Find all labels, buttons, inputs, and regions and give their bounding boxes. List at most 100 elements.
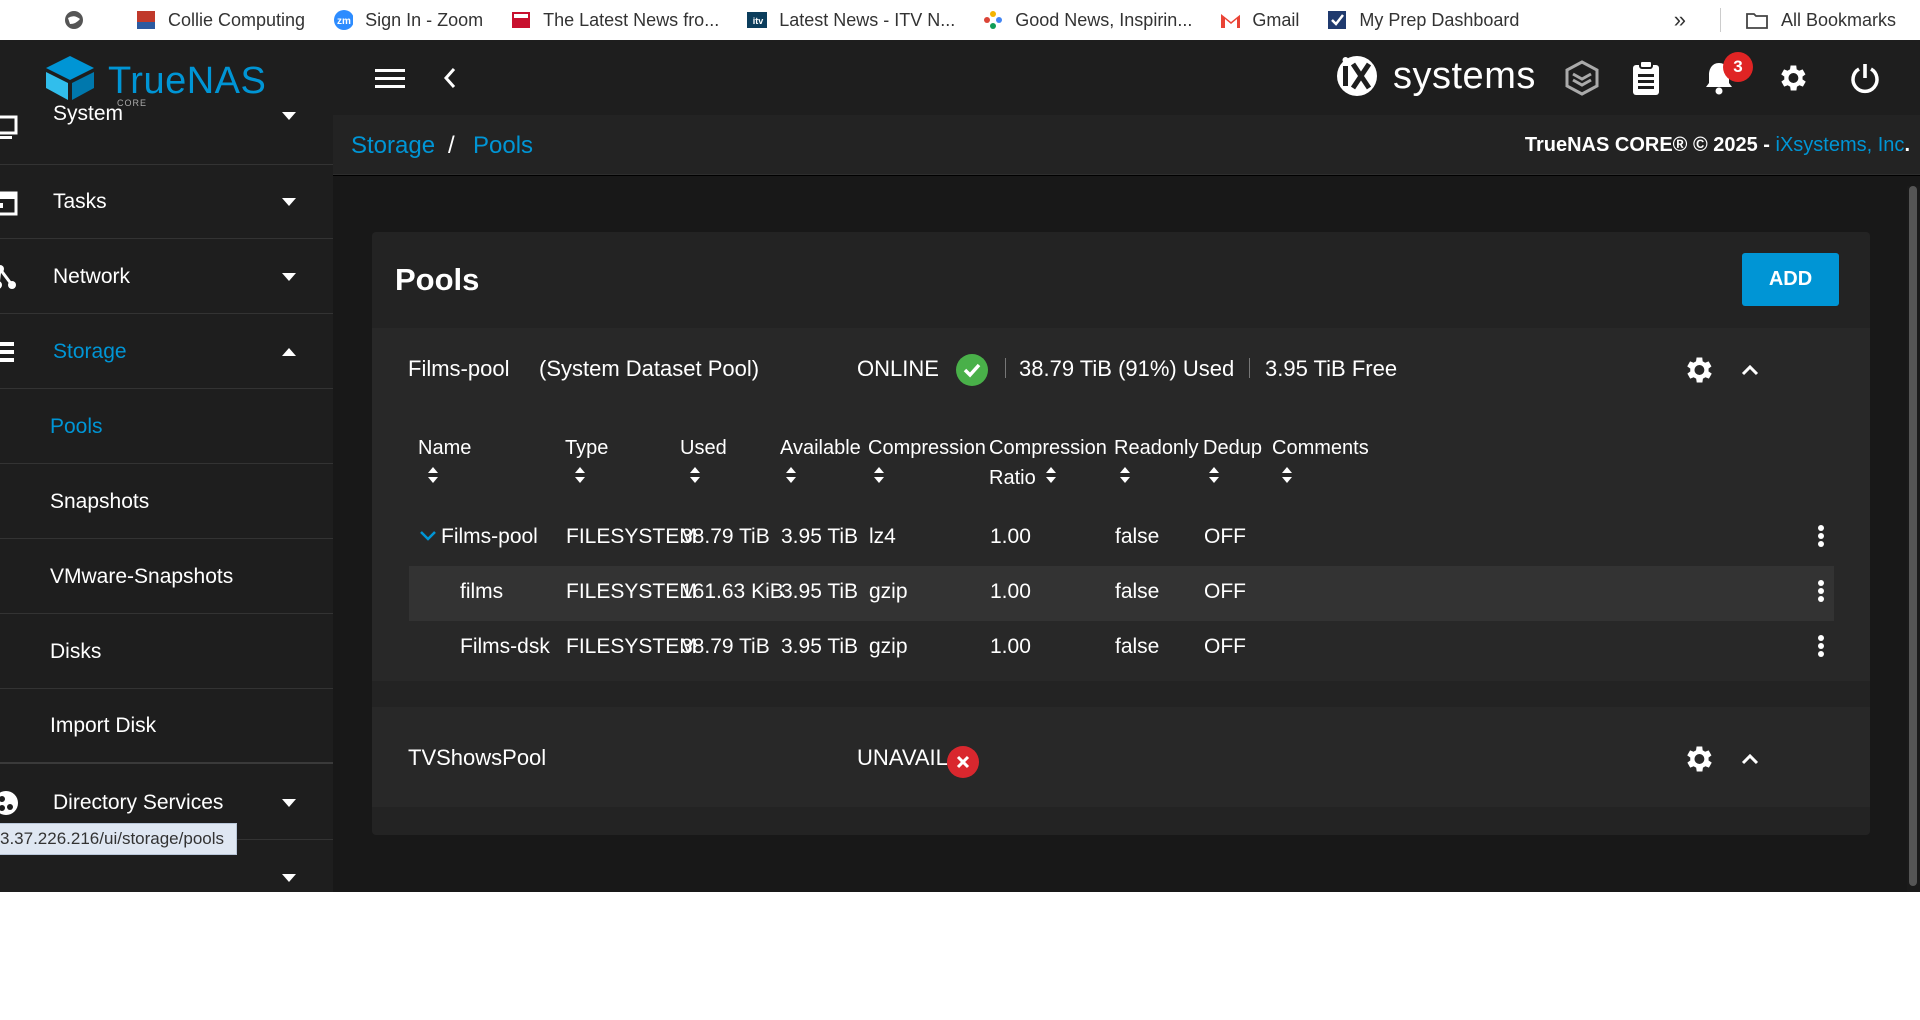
- all-bookmarks-button[interactable]: All Bookmarks: [1781, 10, 1896, 31]
- power-button[interactable]: [1845, 58, 1885, 98]
- cell-available: 3.95 TiB: [781, 635, 859, 658]
- sidebar-subitem-snapshots[interactable]: Snapshots: [0, 465, 333, 539]
- sidebar-subitem-disks[interactable]: Disks: [0, 615, 333, 689]
- table-row[interactable]: films FILESYSTEM 161.63 KiB 3.95 TiB gzi…: [409, 566, 1834, 621]
- cell-compression: gzip: [869, 635, 908, 658]
- column-header-type[interactable]: Type: [565, 433, 608, 494]
- gmail-favicon-icon: [1220, 10, 1241, 30]
- sidebar-subitem-vmware-snapshots[interactable]: VMware-Snapshots: [0, 540, 333, 614]
- task-manager-button[interactable]: [1626, 58, 1666, 98]
- sidebar-subitem-pools[interactable]: Pools: [0, 390, 333, 464]
- scrollbar-thumb[interactable]: [1909, 186, 1917, 886]
- table-row[interactable]: Films-pool FILESYSTEM 38.79 TiB 3.95 TiB…: [409, 511, 1834, 566]
- divider: [1719, 8, 1721, 32]
- sort-icon: [872, 464, 886, 494]
- chevron-up-icon[interactable]: [1732, 741, 1768, 777]
- bookmark-label: Collie Computing: [168, 9, 306, 30]
- column-label: Used: [680, 437, 727, 459]
- sort-icon: [1207, 464, 1221, 494]
- sort-icon: [784, 464, 798, 494]
- monitor-icon: [0, 113, 20, 141]
- bookmark-label: Good News, Inspirin...: [1015, 9, 1193, 30]
- column-header-readonly[interactable]: Readonly: [1114, 433, 1199, 494]
- column-header-comments[interactable]: Comments: [1272, 433, 1369, 494]
- cell-available: 3.95 TiB: [781, 525, 859, 548]
- column-header-compression-ratio[interactable]: Compression Ratio: [989, 433, 1107, 494]
- network-icon: [0, 263, 20, 291]
- pool-header: Films-pool (System Dataset Pool) ONLINE …: [372, 328, 1870, 412]
- bookmark-good-news[interactable]: Good News, Inspirin...: [983, 10, 1192, 31]
- pool-header: TVShowsPool UNAVAIL: [372, 707, 1870, 791]
- sidebar-subitem-label: Snapshots: [50, 489, 150, 513]
- caret-down-icon: [282, 197, 296, 206]
- bookmarks-more-button[interactable]: »: [1674, 7, 1686, 33]
- column-header-used[interactable]: Used: [680, 433, 727, 494]
- more-vert-icon[interactable]: [1809, 631, 1833, 661]
- bookmark-zoom[interactable]: zm Sign In - Zoom: [333, 10, 483, 31]
- bookmark-collie[interactable]: Collie Computing: [65, 9, 306, 31]
- breadcrumb-pools-link[interactable]: Pools: [473, 132, 533, 160]
- sky-news-favicon-icon: [511, 10, 531, 30]
- add-pool-button[interactable]: ADD: [1742, 253, 1839, 306]
- bookmark-label: Latest News - ITV N...: [779, 9, 956, 30]
- ixsystems-logo[interactable]: systems: [1333, 54, 1536, 98]
- breadcrumb: Storage / Pools TrueNAS CORE® © 2025 - i…: [333, 115, 1920, 175]
- storage-icon: [0, 338, 20, 366]
- ixsystems-link[interactable]: iXsystems, Inc: [1776, 134, 1905, 156]
- cell-readonly: false: [1115, 525, 1160, 548]
- caret-up-icon: [282, 347, 296, 356]
- sort-icon: [1118, 464, 1132, 494]
- notifications-button[interactable]: 3: [1699, 52, 1753, 98]
- sidebar-item-network[interactable]: Network: [0, 240, 333, 314]
- column-header-name[interactable]: Name: [418, 433, 471, 494]
- sidebar-subitem-import-disk[interactable]: Import Disk: [0, 690, 333, 764]
- menu-toggle-button[interactable]: [370, 58, 410, 98]
- pool-tvshowspool: TVShowsPool UNAVAIL: [372, 707, 1870, 807]
- bookmark-prep-dashboard[interactable]: My Prep Dashboard: [1327, 10, 1519, 31]
- chevron-up-icon[interactable]: [1732, 352, 1768, 388]
- checkmark-favicon-icon: [1327, 10, 1347, 30]
- breadcrumb-storage-link[interactable]: Storage: [351, 132, 435, 160]
- sidebar-item-storage[interactable]: Storage: [0, 315, 333, 389]
- dots-favicon-icon: [983, 10, 1003, 30]
- more-vert-icon[interactable]: [1809, 521, 1833, 551]
- column-label: Comments: [1272, 437, 1369, 459]
- bookmark-gmail[interactable]: Gmail: [1220, 10, 1299, 31]
- column-header-available[interactable]: Available: [780, 433, 861, 494]
- sidebar-item-tasks[interactable]: Tasks: [0, 165, 333, 239]
- scrollbar[interactable]: [1907, 186, 1920, 892]
- table-row[interactable]: Films-dsk FILESYSTEM 38.79 TiB 3.95 TiB …: [409, 621, 1834, 676]
- check-circle-icon: [956, 354, 988, 386]
- ixsystems-wordmark: systems: [1393, 54, 1536, 97]
- bookmark-itv[interactable]: itv Latest News - ITV N...: [747, 10, 955, 31]
- power-icon: [1851, 64, 1879, 94]
- sidebar-item-system[interactable]: System: [0, 90, 333, 165]
- svg-text:zm: zm: [337, 16, 351, 27]
- settings-button[interactable]: [1772, 58, 1812, 98]
- column-label: Available: [780, 437, 861, 459]
- cell-available: 3.95 TiB: [781, 580, 859, 603]
- column-header-dedup[interactable]: Dedup: [1203, 433, 1262, 494]
- column-label: Compression: [989, 437, 1107, 459]
- copyright-text: TrueNAS CORE® © 2025 -: [1524, 134, 1776, 156]
- column-label: Name: [418, 437, 472, 459]
- cell-name: Films-dsk: [460, 635, 550, 658]
- cell-used: 38.79 TiB: [681, 525, 770, 548]
- ix-logo-icon: [1337, 56, 1377, 96]
- cell-used: 38.79 TiB: [681, 635, 770, 658]
- collapse-sidebar-button[interactable]: [430, 58, 470, 98]
- pool-gear-icon[interactable]: [1680, 741, 1716, 777]
- caret-down-icon: [282, 112, 296, 120]
- sidebar-subitem-label: VMware-Snapshots: [50, 564, 234, 588]
- divider: [1249, 358, 1250, 378]
- expand-chevron-icon[interactable]: [419, 525, 437, 549]
- column-header-compression[interactable]: Compression: [868, 433, 986, 494]
- cell-ratio: 1.00: [990, 580, 1031, 603]
- truecommand-button[interactable]: [1562, 58, 1602, 98]
- sidebar-subitem-label: Disks: [50, 639, 102, 663]
- hamburger-icon: [375, 69, 405, 88]
- cell-compression: lz4: [869, 525, 896, 548]
- more-vert-icon[interactable]: [1809, 576, 1833, 606]
- bookmark-sky-news[interactable]: The Latest News fro...: [511, 10, 719, 31]
- pool-gear-icon[interactable]: [1680, 352, 1716, 388]
